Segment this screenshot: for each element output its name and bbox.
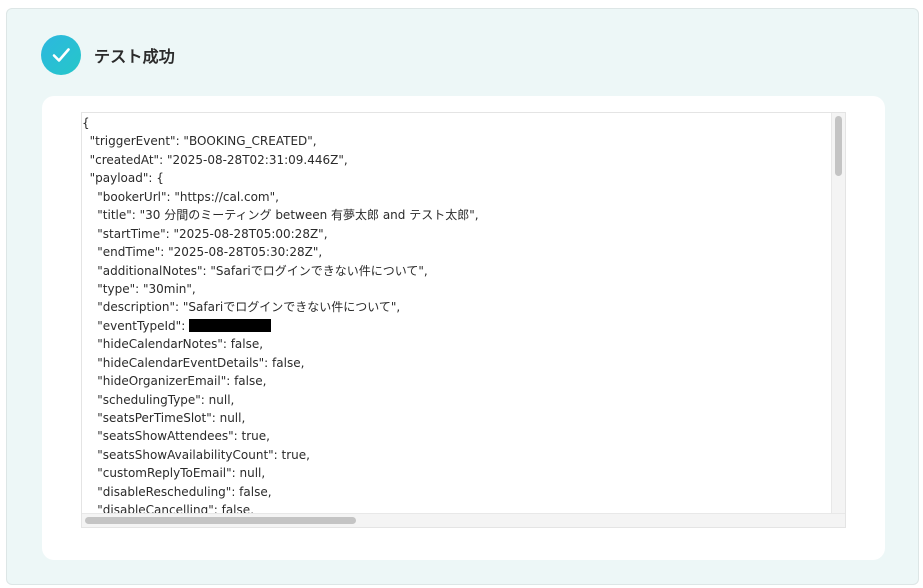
code-line-event-type-id: "eventTypeId": <box>82 317 831 335</box>
json-output-viewer[interactable]: { "triggerEvent": "BOOKING_CREATED", "cr… <box>81 112 846 528</box>
code-line: "additionalNotes": "Safariでログインできない件について… <box>82 263 428 278</box>
code-line: "payload": { <box>82 171 164 186</box>
result-title: テスト成功 <box>94 47 176 66</box>
code-line: "seatsShowAvailabilityCount": true, <box>82 447 310 462</box>
code-line: "seatsShowAttendees": true, <box>82 429 270 444</box>
code-line: "createdAt": "2025-08-28T02:31:09.446Z", <box>82 152 348 167</box>
code-line: "hideCalendarEventDetails": false, <box>82 355 305 370</box>
code-line: "schedulingType": null, <box>82 392 235 407</box>
code-line-text: "eventTypeId": <box>82 318 190 333</box>
horizontal-scroll-thumb[interactable] <box>85 517 356 524</box>
code-line: "seatsPerTimeSlot": null, <box>82 411 246 425</box>
result-header: テスト成功 <box>41 35 175 75</box>
output-card: { "triggerEvent": "BOOKING_CREATED", "cr… <box>42 96 885 560</box>
code-line: "description": "Safariでログインできない件について", <box>82 300 401 315</box>
code-line: "disableRescheduling": false, <box>82 484 272 499</box>
code-line: "bookerUrl": "https://cal.com", <box>82 189 279 204</box>
code-line: "disableCancelling": false, <box>82 503 254 513</box>
code-line: "hideCalendarNotes": false, <box>82 337 264 352</box>
test-result-panel: テスト成功 { "triggerEvent": "BOOKING_CREATED… <box>6 8 919 585</box>
code-line: "triggerEvent": "BOOKING_CREATED", <box>82 134 317 149</box>
horizontal-scrollbar[interactable] <box>82 513 845 527</box>
code-line: { <box>82 116 90 130</box>
vertical-scroll-thumb[interactable] <box>835 116 842 176</box>
code-line: "type": "30min", <box>82 281 196 296</box>
check-circle-icon <box>41 35 81 75</box>
code-line: "hideOrganizerEmail": false, <box>82 374 267 389</box>
code-line: "endTime": "2025-08-28T05:30:28Z", <box>82 245 323 260</box>
json-code-block: { "triggerEvent": "BOOKING_CREATED", "cr… <box>82 113 831 513</box>
code-line: "title": "30 分間のミーティング between 有夢太郎 and … <box>82 208 479 223</box>
code-line: "startTime": "2025-08-28T05:00:28Z", <box>82 226 328 241</box>
vertical-scrollbar[interactable] <box>831 113 845 513</box>
code-line: "customReplyToEmail": null, <box>82 466 266 481</box>
redaction-box <box>189 318 272 332</box>
